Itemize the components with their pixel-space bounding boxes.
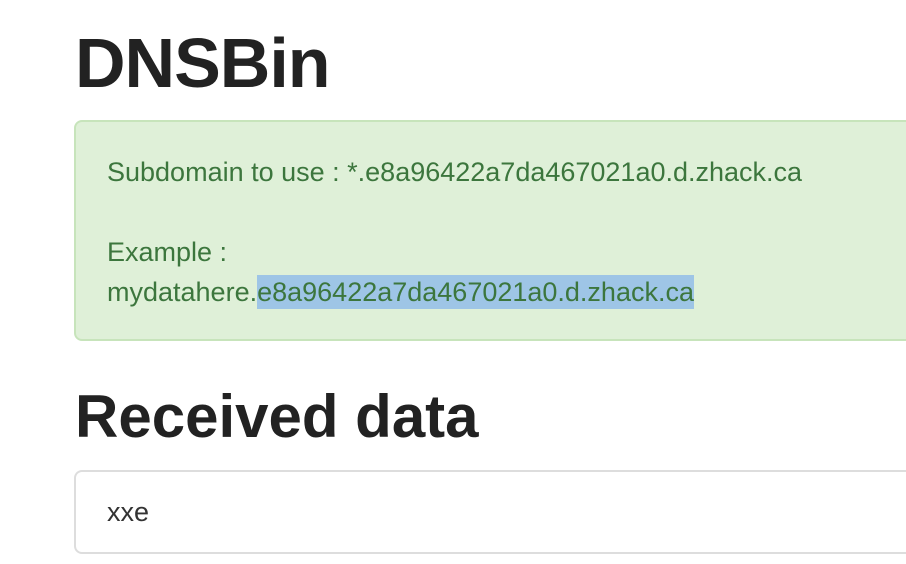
page: DNSBin Subdomain to use : *.e8a96422a7da… — [0, 0, 906, 564]
received-data-heading: Received data — [75, 383, 479, 450]
page-title: DNSBin — [75, 24, 331, 102]
received-data-item[interactable]: xxe — [74, 470, 906, 554]
subdomain-text[interactable]: Subdomain to use : *.e8a96422a7da467021a… — [107, 152, 802, 192]
received-data-value[interactable]: xxe — [107, 492, 149, 532]
example-selected-text[interactable]: e8a96422a7da467021a0.d.zhack.ca — [257, 275, 694, 309]
example-label: Example : — [107, 237, 228, 267]
subdomain-info-alert: Subdomain to use : *.e8a96422a7da467021a… — [74, 120, 906, 341]
example-line[interactable]: mydatahere.e8a96422a7da467021a0.d.zhack.… — [107, 272, 694, 312]
example-prefix[interactable]: mydatahere. — [107, 277, 257, 307]
